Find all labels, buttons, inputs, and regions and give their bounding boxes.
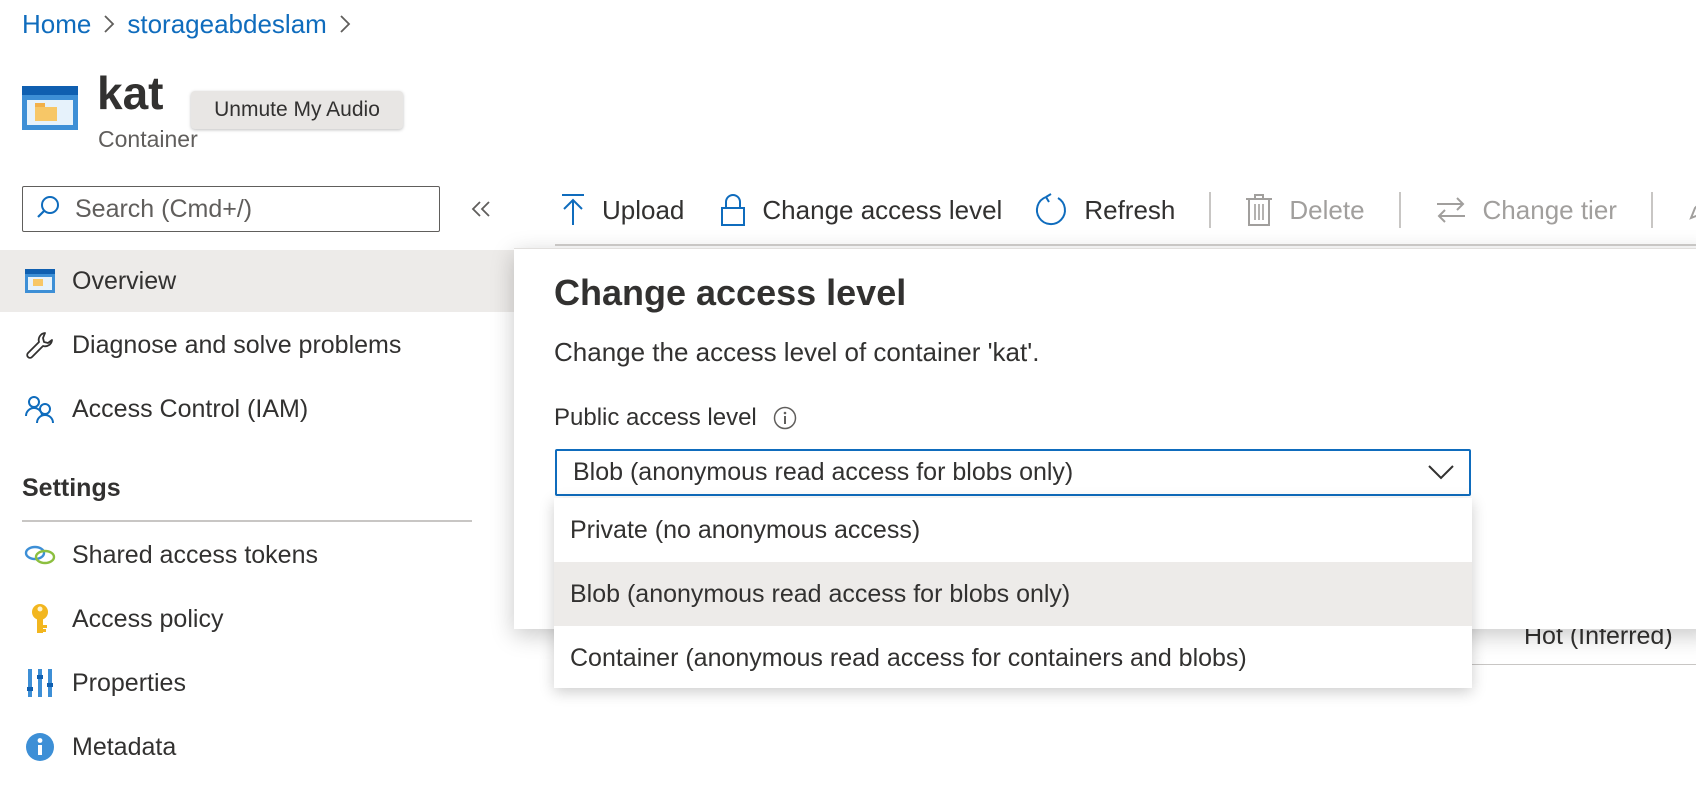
option-label: Private (no anonymous access) [570,515,921,544]
toolbar-separator [1209,192,1212,228]
chevron-down-icon [1427,461,1455,490]
settings-heading: Settings [22,474,121,502]
collapse-sidebar-button[interactable] [466,194,496,228]
sidebar-item-label: Metadata [72,732,177,761]
sidebar-item-properties[interactable]: Properties [0,652,514,714]
lock-icon [720,193,746,227]
sidebar-item-label: Access policy [72,604,224,633]
breadcrumb-home-link[interactable]: Home [22,9,91,40]
double-chevron-left-icon [470,200,492,223]
option-label: Blob (anonymous read access for blobs on… [570,579,1071,608]
sidebar-item-label: Access Control (IAM) [72,394,309,423]
upload-button[interactable]: Upload [560,193,684,227]
refresh-label: Refresh [1084,194,1176,225]
refresh-button[interactable]: Refresh [1034,193,1175,227]
breadcrumb: Home storageabdeslam [22,6,363,42]
page-title: kat [97,67,164,119]
search-input[interactable] [73,193,417,225]
link-icon [20,544,60,566]
change-tier-label: Change tier [1482,194,1617,225]
sidebar-item-overview[interactable]: Overview [0,250,514,312]
wrench-icon [20,330,60,360]
upload-icon [560,193,586,227]
public-access-level-select[interactable]: Blob (anonymous read access for blobs on… [555,449,1471,496]
sidebar-item-metadata[interactable]: Metadata [0,716,514,778]
sidebar-item-label: Properties [72,668,186,697]
swap-arrows-icon [1435,195,1467,225]
info-icon [20,732,60,762]
option-container[interactable]: Container (anonymous read access for con… [554,626,1472,690]
divider [555,244,1696,246]
change-access-level-label: Change access level [762,194,1003,225]
audio-tooltip: Unmute My Audio [191,91,403,129]
key-icon [20,603,60,635]
refresh-icon [1034,193,1068,227]
delete-label: Delete [1289,194,1365,225]
option-label: Container (anonymous read access for con… [570,643,1247,672]
select-value: Blob (anonymous read access for blobs on… [573,458,1074,486]
trash-icon [1245,193,1273,227]
search-box [22,186,440,232]
change-tier-button[interactable]: Change tier [1435,195,1617,226]
sidebar-item-label: Diagnose and solve problems [72,330,402,359]
panel-description: Change the access level of container 'ka… [554,337,1040,367]
breadcrumb-storage-link[interactable]: storageabdeslam [127,9,326,40]
sidebar-item-label: Shared access tokens [72,540,318,569]
toolbar-separator [1650,192,1653,228]
public-access-level-label: Public access level [554,404,797,432]
sidebar-item-label: Overview [72,266,177,295]
change-access-level-button[interactable]: Change access level [720,193,1002,227]
sidebar-item-access-policy[interactable]: Access policy [0,588,514,650]
delete-button[interactable]: Delete [1245,193,1365,227]
properties-icon [20,669,60,697]
people-icon [20,394,60,424]
option-blob[interactable]: Blob (anonymous read access for blobs on… [554,562,1472,626]
overview-icon [20,269,60,293]
chevron-right-icon [327,13,363,35]
search-icon [35,194,61,225]
sidebar-item-shared-access-tokens[interactable]: Shared access tokens [0,524,514,586]
divider [22,520,472,522]
info-tooltip-icon[interactable] [773,406,797,430]
sidebar-item-diagnose[interactable]: Diagnose and solve problems [0,314,514,376]
panel-title: Change access level [554,272,907,313]
page-subtitle: Container [98,126,198,152]
access-level-dropdown: Private (no anonymous access) Blob (anon… [554,498,1472,688]
field-label-text: Public access level [554,404,757,431]
option-private[interactable]: Private (no anonymous access) [554,498,1472,562]
container-icon [22,86,78,130]
edit-button[interactable] [1687,192,1696,229]
upload-label: Upload [602,194,685,225]
toolbar-separator [1398,192,1401,228]
sidebar-item-access-control[interactable]: Access Control (IAM) [0,378,514,440]
pencil-icon [1687,192,1696,229]
command-bar: Upload Change access level Refresh Delet… [560,186,1696,234]
chevron-right-icon [91,13,127,35]
